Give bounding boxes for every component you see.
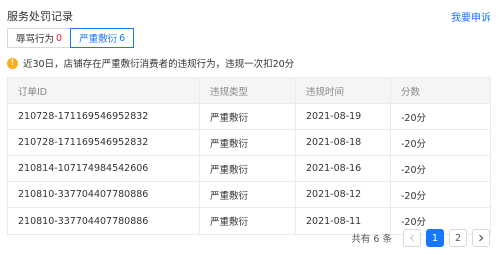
score-cell: -20分 — [401, 164, 427, 176]
notice-bar: ! 近30日，店铺存在严重敷衍消费者的违规行为，违规一次扣20分 — [7, 56, 491, 70]
tab-count: 0 — [56, 32, 63, 44]
score-cell: -20分 — [401, 112, 427, 124]
pagination: 共有 6 条 1 2 — [351, 229, 490, 247]
violation-time-cell: 2021-08-19 — [296, 104, 391, 129]
prev-page-button[interactable] — [403, 229, 421, 247]
table-header-row: 订单ID 违规类型 违规时间 分数 — [8, 78, 490, 104]
column-header: 违规时间 — [296, 78, 391, 103]
page-button-1[interactable]: 1 — [426, 229, 444, 247]
violation-type-cell: 严重敷衍 — [200, 208, 296, 234]
order-id-cell: 210728-171169546952832 — [8, 104, 200, 129]
table-row: 210728-171169546952832 严重敷衍 2021-08-18 -… — [8, 130, 490, 156]
score-cell: -20分 — [401, 138, 427, 150]
notice-text: 近30日，店铺存在严重敷衍消费者的违规行为，违规一次扣20分 — [23, 59, 295, 70]
table-row: 210728-171169546952832 严重敷衍 2021-08-19 -… — [8, 104, 490, 130]
column-header: 分数 — [401, 86, 421, 98]
tab-label: 严重敷衍 — [79, 34, 118, 45]
chevron-left-icon — [409, 234, 414, 242]
violation-type-cell: 严重敷衍 — [200, 156, 296, 181]
page-button-2[interactable]: 2 — [449, 229, 467, 247]
violation-time-cell: 2021-08-18 — [296, 130, 391, 155]
violation-tabs: 辱骂行为 0 严重敷衍 6 — [7, 28, 135, 48]
warning-icon: ! — [7, 57, 18, 69]
tab-perfunctory[interactable]: 严重敷衍 6 — [70, 28, 135, 48]
score-cell: -20分 — [401, 190, 427, 202]
tab-abuse[interactable]: 辱骂行为 0 — [7, 28, 72, 48]
next-page-button[interactable] — [472, 229, 490, 247]
appeal-link[interactable]: 我要申诉 — [451, 9, 491, 24]
violation-time-cell: 2021-08-16 — [296, 156, 391, 181]
violation-type-cell: 严重敷衍 — [200, 130, 296, 155]
order-id-cell: 210810-337704407780886 — [8, 182, 200, 207]
column-header: 订单ID — [8, 78, 200, 103]
violation-time-cell: 2021-08-12 — [296, 182, 391, 207]
order-id-cell: 210814-107174984542606 — [8, 156, 200, 181]
tab-label: 辱骂行为 — [16, 34, 55, 45]
penalty-table: 订单ID 违规类型 违规时间 分数 210728-171169546952832… — [7, 77, 491, 235]
violation-type-cell: 严重敷衍 — [200, 104, 296, 129]
order-id-cell: 210810-337704407780886 — [8, 208, 200, 234]
chevron-right-icon — [479, 234, 484, 242]
violation-type-cell: 严重敷衍 — [200, 182, 296, 207]
total-count: 共有 6 条 — [351, 234, 392, 245]
tab-count: 6 — [119, 32, 126, 44]
table-row: 210814-107174984542606 严重敷衍 2021-08-16 -… — [8, 156, 490, 182]
column-header: 违规类型 — [200, 78, 296, 103]
page-title: 服务处罚记录 — [7, 10, 73, 23]
order-id-cell: 210728-171169546952832 — [8, 130, 200, 155]
table-row: 210810-337704407780886 严重敷衍 2021-08-12 -… — [8, 182, 490, 208]
